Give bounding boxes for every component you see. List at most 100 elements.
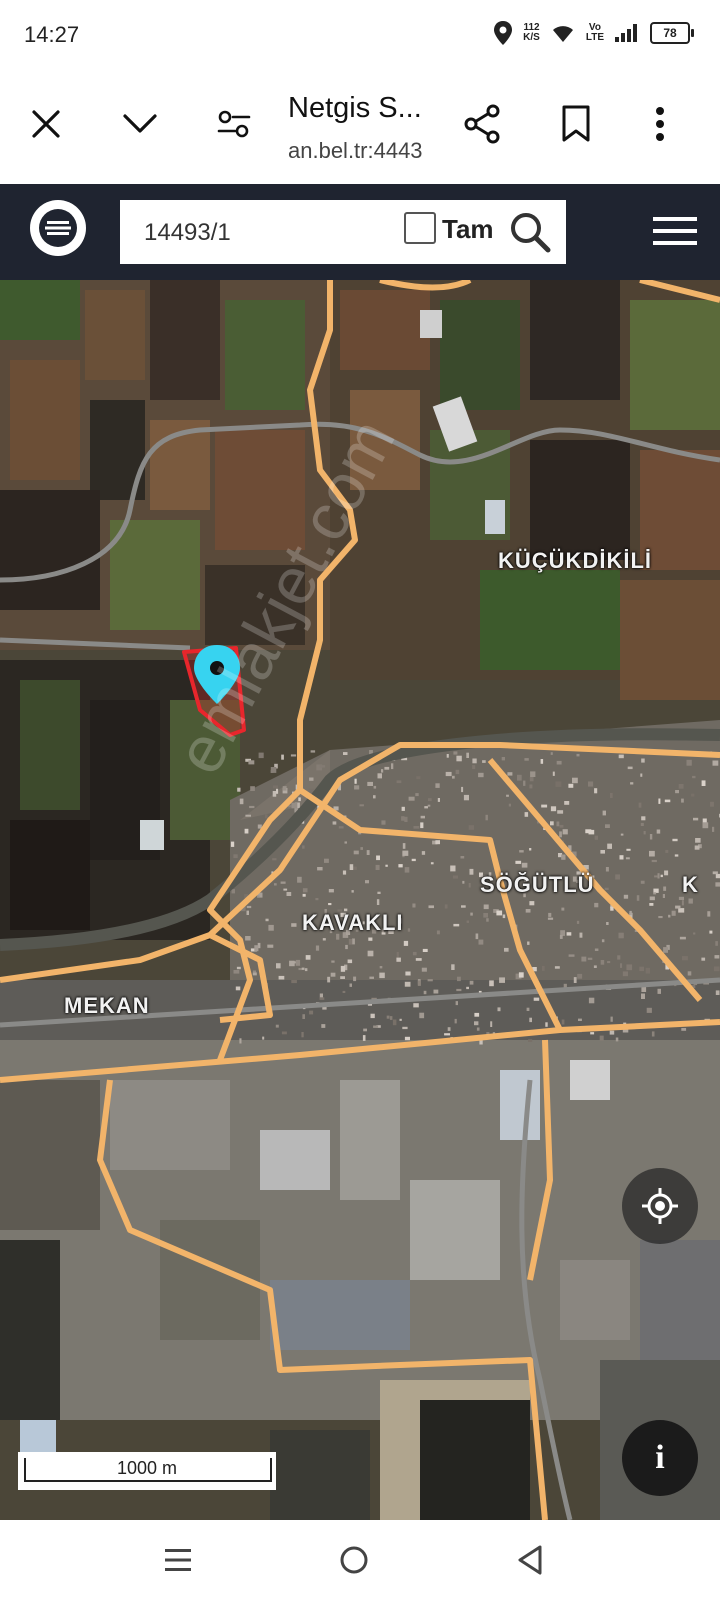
building-block <box>415 958 422 961</box>
building-block <box>594 788 598 794</box>
building-block <box>640 822 644 826</box>
building-block <box>391 763 394 770</box>
building-block <box>641 993 645 999</box>
building-block <box>626 964 633 971</box>
battery-icon: 78 <box>650 22 694 44</box>
building-block <box>524 758 529 761</box>
building-block <box>289 960 295 967</box>
building-block <box>590 1032 595 1035</box>
building-block <box>712 826 715 832</box>
building-block <box>618 754 624 759</box>
building-block <box>377 773 382 779</box>
locate-me-button[interactable] <box>622 1168 698 1244</box>
building-block <box>478 772 484 778</box>
building-block <box>568 783 574 788</box>
back-button[interactable] <box>500 1534 560 1586</box>
browser-bar: Netgis S... an.bel.tr:4443 <box>0 72 720 184</box>
building-block <box>541 804 548 808</box>
building-block <box>688 898 693 904</box>
building-block <box>694 845 700 850</box>
building-block <box>515 860 522 864</box>
bookmark-button[interactable] <box>546 94 606 154</box>
map-view[interactable]: emlakjet.com KÜÇÜKDİKİLİ SÖĞÜTLÜ KAVAKLI… <box>0 280 720 1520</box>
building-block <box>556 821 560 827</box>
building-block <box>463 794 469 801</box>
building-block <box>351 890 354 893</box>
building-block <box>483 913 488 918</box>
info-button[interactable]: i <box>622 1420 698 1496</box>
page-title[interactable]: Netgis S... <box>288 92 422 125</box>
building-block <box>658 916 663 919</box>
building-block <box>712 871 718 875</box>
building-block <box>497 1007 501 1012</box>
building-block <box>272 791 277 797</box>
building-block <box>376 855 380 861</box>
site-settings-button[interactable] <box>204 94 264 154</box>
building-block <box>695 838 701 843</box>
building-block <box>373 795 376 799</box>
building-block <box>657 988 661 994</box>
building-block <box>420 815 425 819</box>
building-block <box>466 986 469 990</box>
building-block <box>682 956 688 961</box>
building-block <box>402 843 406 849</box>
recents-button[interactable] <box>148 1534 208 1586</box>
building-block <box>349 864 354 870</box>
building-block <box>600 850 605 854</box>
building-block <box>585 829 592 834</box>
building-block <box>239 798 244 805</box>
building-block <box>286 892 292 896</box>
building-block <box>302 1014 305 1019</box>
building-block <box>315 945 320 951</box>
search-input[interactable] <box>142 214 396 252</box>
building-block <box>353 976 357 982</box>
building-block <box>529 777 534 782</box>
system-nav-bar <box>0 1520 720 1600</box>
building-block <box>485 814 488 821</box>
search-icon[interactable] <box>508 210 552 254</box>
building-block <box>629 910 632 916</box>
building-block <box>651 859 657 863</box>
building-block <box>602 810 606 816</box>
building-block <box>365 880 369 884</box>
building-block <box>587 957 593 960</box>
building-block <box>715 941 718 946</box>
building-block <box>540 759 544 764</box>
building-block <box>610 792 613 798</box>
building-block <box>248 760 255 765</box>
building-block <box>712 760 719 766</box>
building-block <box>691 793 695 797</box>
building-block <box>386 1015 390 1019</box>
building-block <box>460 856 465 859</box>
net-speed: 112 K/S <box>523 23 540 43</box>
building-block <box>693 817 699 821</box>
tam-checkbox[interactable] <box>404 212 436 244</box>
share-button[interactable] <box>452 94 512 154</box>
building-block <box>519 850 524 853</box>
building-block <box>656 829 661 834</box>
location-icon <box>494 21 513 45</box>
building-block <box>302 893 306 897</box>
home-button[interactable] <box>324 1534 384 1586</box>
layers-button[interactable] <box>30 200 86 256</box>
building-block <box>376 899 380 905</box>
scale-label: 1000 m <box>116 1458 178 1478</box>
page-url[interactable]: an.bel.tr:4443 <box>288 138 423 164</box>
building-block <box>678 908 685 913</box>
chevron-down-icon <box>123 114 157 133</box>
collapse-button[interactable] <box>110 94 170 154</box>
building-block <box>654 875 658 878</box>
building-block <box>252 972 257 976</box>
building-block <box>244 828 249 834</box>
building-block <box>529 784 533 789</box>
building-block <box>559 831 562 838</box>
more-button[interactable] <box>630 94 690 154</box>
building-block <box>693 932 696 935</box>
hamburger-menu-icon[interactable] <box>650 206 700 256</box>
close-button[interactable] <box>16 94 76 154</box>
building-block <box>557 810 564 814</box>
place-label-mekan: MEKAN <box>64 993 150 1018</box>
building-block <box>663 886 667 891</box>
building-block <box>607 843 612 849</box>
building-block <box>576 753 580 757</box>
